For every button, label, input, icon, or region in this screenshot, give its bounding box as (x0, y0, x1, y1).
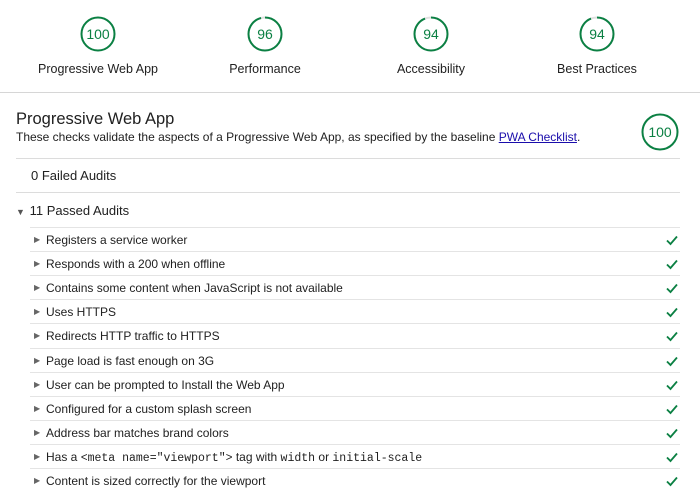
caret-right-icon: ▶ (34, 427, 41, 437)
gauge-ring: 94 (579, 16, 615, 52)
audit-row[interactable]: ▶ Content is sized correctly for the view… (30, 468, 680, 493)
divider (16, 158, 680, 159)
gauge-score: 94 (423, 26, 439, 42)
gauge-label: Progressive Web App (38, 62, 158, 76)
caret-right-icon: ▶ (34, 235, 41, 244)
audit-title: Uses HTTPS (46, 305, 117, 320)
caret-right-icon: ▶ (34, 476, 41, 485)
pass-check-icon (666, 332, 678, 342)
audit-row[interactable]: ▶ Uses HTTPS (30, 299, 680, 324)
audit-row[interactable]: ▶ Registers a service worker (30, 227, 680, 252)
gauge-score: 100 (86, 26, 110, 42)
audit-row[interactable]: ▶ Redirects HTTP traffic to HTTPS (30, 323, 680, 348)
pass-check-icon (666, 308, 678, 318)
caret-right-icon: ▶ (34, 403, 41, 413)
audit-row[interactable]: ▶ Configured for a custom splash screen (30, 395, 680, 421)
category-description: These checks validate the aspects of a P… (16, 130, 580, 144)
caret-right-icon: ▶ (34, 259, 41, 269)
gauge-performance[interactable]: 96 Performance (200, 16, 330, 76)
audit-title: Content is sized correctly for the viewp… (46, 474, 266, 488)
audit-title: Contains some content when JavaScript is… (46, 281, 343, 296)
audit-row[interactable]: ▶ User can be prompted to Install the Web… (30, 371, 680, 397)
pass-check-icon (666, 260, 678, 270)
audit-row[interactable]: ▶ Responds with a 200 when offline (30, 251, 680, 276)
gauge-label: Best Practices (557, 62, 637, 76)
caret-down-icon: ▼ (16, 207, 25, 217)
gauge-ring: 100 (80, 16, 116, 52)
pass-check-icon (666, 476, 678, 487)
gauge-ring: 96 (247, 16, 283, 52)
pass-check-icon (666, 284, 678, 294)
audit-title: Address bar matches brand colors (46, 425, 229, 440)
gauge-accessibility[interactable]: 94 Accessibility (366, 16, 496, 76)
code-snippet: initial-scale (332, 451, 423, 465)
gauge-label: Accessibility (396, 62, 466, 76)
pass-check-icon (666, 428, 678, 439)
category-score: 100 (648, 124, 672, 140)
score-summary-bar: 100 Progressive Web App 96 Performance 9… (0, 0, 700, 93)
pass-check-icon (666, 235, 678, 246)
gauge-best-practices[interactable]: 94 Best Practices (532, 16, 662, 76)
audit-row[interactable]: ▶ Page load is fast enough on 3G (30, 347, 680, 373)
audit-row[interactable]: ▶ Contains some content when JavaScript i… (30, 275, 680, 300)
pass-check-icon (666, 404, 678, 415)
category-title: Progressive Web App (16, 110, 175, 128)
gauge-score: 96 (257, 26, 273, 42)
passed-audits-heading: 11 Passed Audits (29, 203, 130, 218)
code-snippet: width (280, 451, 316, 465)
code-snippet: <meta name="viewport"> (80, 451, 233, 465)
gauge-score: 94 (589, 26, 605, 42)
caret-right-icon: ▶ (34, 451, 41, 461)
description-text: These checks validate the aspects of a P… (16, 130, 499, 144)
audit-text-part: or (315, 449, 333, 464)
caret-right-icon: ▶ (34, 355, 41, 365)
audit-text-part: Has a (46, 449, 81, 464)
gauge-ring: 94 (413, 16, 449, 52)
passed-audits-toggle[interactable]: ▼ 11 Passed Audits (16, 203, 129, 218)
gauge-label: Performance (229, 62, 301, 76)
gauge-pwa[interactable]: 100 Progressive Web App (33, 16, 163, 76)
pwa-checklist-link[interactable]: PWA Checklist (499, 130, 577, 144)
failed-audits-heading[interactable]: 0 Failed Audits (31, 168, 116, 183)
audit-title: Redirects HTTP traffic to HTTPS (46, 329, 220, 344)
caret-right-icon: ▶ (34, 379, 41, 389)
audit-title: Configured for a custom splash screen (46, 401, 252, 416)
caret-right-icon: ▶ (34, 331, 41, 341)
description-end: . (576, 130, 581, 144)
audit-row[interactable]: ▶ Address bar matches brand colors (30, 419, 680, 445)
pass-check-icon (666, 380, 678, 390)
audit-title: Has a <meta name="viewport"> tag with wi… (46, 450, 422, 465)
audit-title: Page load is fast enough on 3G (46, 353, 215, 368)
audit-text-part: tag with (232, 449, 281, 464)
audit-title: Registers a service worker (46, 233, 188, 247)
caret-right-icon: ▶ (34, 307, 41, 317)
category-gauge: 100 (641, 113, 679, 151)
pass-check-icon (666, 452, 678, 463)
audit-row[interactable]: ▶ Has a <meta name="viewport"> tag with w… (30, 443, 680, 469)
caret-right-icon: ▶ (34, 283, 41, 293)
audit-title: User can be prompted to Install the Web … (46, 377, 285, 392)
audit-title: Responds with a 200 when offline (46, 257, 226, 272)
divider (16, 192, 680, 193)
pass-check-icon (666, 356, 678, 366)
